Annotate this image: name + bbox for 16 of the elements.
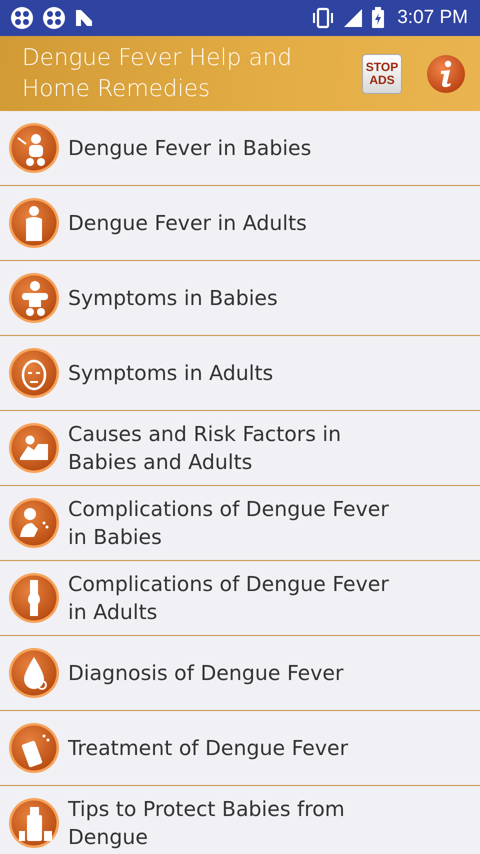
- battery-icon: [371, 7, 386, 29]
- notification-icon: [10, 6, 34, 30]
- clock-time: 3:07 PM: [397, 6, 468, 30]
- signal-icon: [343, 8, 364, 28]
- notification-icon: [42, 6, 66, 30]
- baby-icon: [8, 122, 60, 174]
- face-icon: [8, 347, 60, 399]
- baby-icon: [8, 272, 60, 324]
- bottle-icon: [8, 797, 60, 849]
- info-icon: [426, 54, 466, 94]
- info-button[interactable]: [426, 54, 466, 94]
- app-title: Dengue Fever Help and Home Remedies: [22, 44, 293, 104]
- vibrate-icon: [311, 7, 336, 29]
- drop-icon: [8, 647, 60, 699]
- stop-ads-button[interactable]: STOP ADS: [362, 54, 402, 94]
- notification-icon: [74, 8, 94, 28]
